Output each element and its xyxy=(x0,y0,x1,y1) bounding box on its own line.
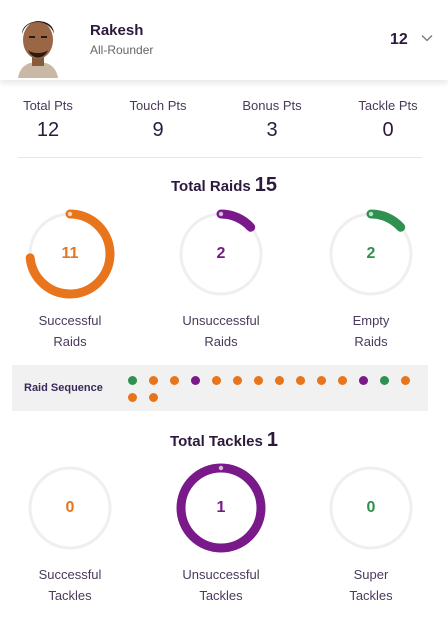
bonus-pts-stat: Bonus Pts 3 xyxy=(217,98,327,142)
successful-raids-label-line1: Successful xyxy=(38,313,102,328)
raid-sequence-panel: Raid Sequence xyxy=(12,365,428,411)
bonus-pts-value: 3 xyxy=(266,119,278,141)
raid-sequence-dot xyxy=(170,376,179,385)
raid-sequence-dot xyxy=(149,393,158,402)
chevron-down-icon[interactable] xyxy=(421,32,433,44)
successful-raids-ring: 11 xyxy=(22,206,118,302)
successful-tackles-label: Successful Tackles xyxy=(10,564,130,606)
player-header: Rakesh All-Rounder 12 xyxy=(0,0,448,80)
unsuccessful-raids-label-line2: Raids xyxy=(204,334,238,349)
raid-sequence-dot xyxy=(296,376,305,385)
unsuccessful-raids-label-line1: Unsuccessful xyxy=(182,313,260,328)
successful-raids-value: 11 xyxy=(61,245,79,262)
unsuccessful-tackles-ring: 1 xyxy=(173,460,269,556)
raid-sequence-dot xyxy=(338,376,347,385)
raid-sequence-dot xyxy=(149,376,158,385)
raids-total-value: 15 xyxy=(254,174,277,196)
raids-title-label: Total Raids xyxy=(171,178,251,195)
unsuccessful-raids-label: Unsuccessful Raids xyxy=(161,310,281,352)
player-number[interactable]: 12 xyxy=(390,31,408,49)
empty-raids-label: Empty Raids xyxy=(311,310,431,352)
player-name: Rakesh xyxy=(90,22,144,39)
raid-sequence-dot xyxy=(128,376,137,385)
raid-sequence-dot xyxy=(317,376,326,385)
super-tackles-ring: 0 xyxy=(323,460,419,556)
tackles-total-value: 1 xyxy=(266,429,278,451)
unsuccessful-tackles-label-line1: Unsuccessful xyxy=(182,567,260,582)
tackle-pts-value: 0 xyxy=(382,119,394,141)
super-tackles-label-line2: Tackles xyxy=(349,588,393,603)
total-pts-value: 12 xyxy=(36,119,60,141)
unsuccessful-raids-value: 2 xyxy=(216,245,226,262)
touch-pts-value: 9 xyxy=(152,119,164,141)
super-tackles-label-line1: Super xyxy=(353,567,389,582)
tackles-section-title: Total Tackles 1 xyxy=(0,429,448,452)
successful-tackles-value: 0 xyxy=(65,499,75,516)
successful-tackles-label-line2: Tackles xyxy=(48,588,92,603)
empty-raids-label-line1: Empty xyxy=(352,313,390,328)
touch-pts-stat: Touch Pts 9 xyxy=(103,98,213,142)
touch-pts-label: Touch Pts xyxy=(129,98,187,113)
raid-sequence-dot xyxy=(359,376,368,385)
unsuccessful-raids-ring: 2 xyxy=(173,206,269,302)
total-pts-stat: Total Pts 12 xyxy=(0,98,103,142)
raid-sequence-dot xyxy=(233,376,242,385)
raid-sequence-dot xyxy=(401,376,410,385)
raid-sequence-dot xyxy=(128,393,137,402)
empty-raids-value: 2 xyxy=(366,245,376,262)
raid-sequence-dot xyxy=(212,376,221,385)
bonus-pts-label: Bonus Pts xyxy=(242,98,302,113)
raid-sequence-dot xyxy=(254,376,263,385)
unsuccessful-tackles-label: Unsuccessful Tackles xyxy=(161,564,281,606)
empty-raids-ring: 2 xyxy=(323,206,419,302)
points-divider xyxy=(18,157,422,158)
tackle-pts-label: Tackle Pts xyxy=(358,98,418,113)
unsuccessful-tackles-value: 1 xyxy=(216,499,226,516)
player-role: All-Rounder xyxy=(90,43,154,57)
super-tackles-value: 0 xyxy=(366,499,376,516)
unsuccessful-tackles-label-line2: Tackles xyxy=(199,588,243,603)
raid-sequence-dot xyxy=(380,376,389,385)
tackles-title-label: Total Tackles xyxy=(170,433,263,450)
raids-section-title: Total Raids 15 xyxy=(0,174,448,197)
player-avatar xyxy=(14,10,62,78)
raid-sequence-dot xyxy=(191,376,200,385)
raid-sequence-dot xyxy=(275,376,284,385)
empty-raids-label-line2: Raids xyxy=(354,334,388,349)
total-pts-label: Total Pts xyxy=(23,98,73,113)
raid-sequence-label: Raid Sequence xyxy=(24,382,103,394)
successful-tackles-ring: 0 xyxy=(22,460,118,556)
tackle-pts-stat: Tackle Pts 0 xyxy=(333,98,443,142)
successful-raids-label-line2: Raids xyxy=(53,334,87,349)
super-tackles-label: Super Tackles xyxy=(311,564,431,606)
successful-tackles-label-line1: Successful xyxy=(38,567,102,582)
successful-raids-label: Successful Raids xyxy=(10,310,130,352)
